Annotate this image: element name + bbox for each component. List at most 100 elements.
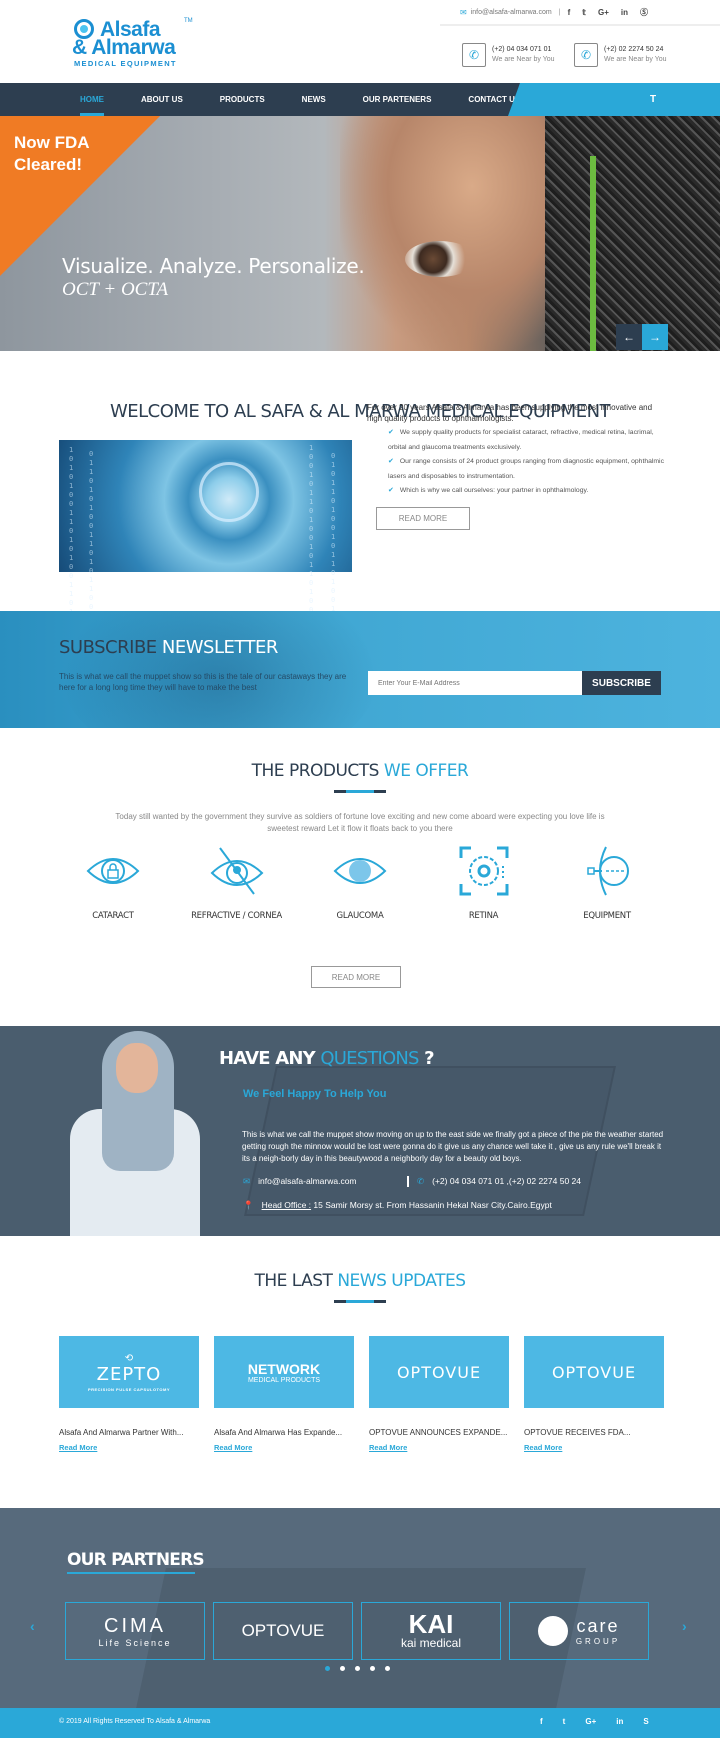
mail-icon: ✉	[460, 7, 467, 17]
skype-icon[interactable]: Ⓢ	[640, 7, 648, 18]
news-logo: OPTOVUE	[551, 1362, 637, 1382]
phone-number: (+2) 02 2274 50 24	[604, 46, 664, 53]
carousel-dot[interactable]	[355, 1666, 360, 1671]
zepto-logo-icon: ⟲	[124, 1352, 134, 1364]
partners-next-arrow[interactable]: ›	[682, 1618, 687, 1634]
news-card[interactable]: OPTOVUE OPTOVUE ANNOUNCES EXPANDE... Rea…	[369, 1336, 509, 1455]
google-plus-icon[interactable]: G+	[585, 1717, 596, 1726]
nav-home[interactable]: HOME	[80, 83, 104, 116]
carousel-dot[interactable]	[325, 1666, 330, 1671]
questions-title: HAVE ANY QUESTIONS ?	[219, 1048, 435, 1069]
newsletter-email-input[interactable]	[368, 671, 582, 695]
products-description: Today still wanted by the government the…	[115, 812, 605, 833]
news-logo: ZEPTO	[96, 1363, 162, 1385]
product-item[interactable]: REFRACTIVE / CORNEA	[182, 845, 292, 921]
phone-contacts: ✆ (+2) 04 034 071 01 We are Near by You …	[462, 43, 674, 67]
contact-phones[interactable]: ✆ (+2) 04 034 071 01 ,(+2) 02 2274 50 24	[407, 1176, 581, 1187]
product-item[interactable]: RETINA	[429, 845, 539, 921]
phone-contact[interactable]: ✆ (+2) 02 2274 50 24 We are Near by You	[574, 43, 674, 67]
products-read-more-button[interactable]: READ MORE	[311, 966, 401, 988]
partner-logo[interactable]: KAI kai medical	[361, 1602, 501, 1660]
partner-logo[interactable]: OPTOVUE	[213, 1602, 353, 1660]
news-title: Alsafa And Almarwa Has Expande...	[214, 1428, 343, 1437]
linkedin-icon[interactable]: in	[616, 1717, 623, 1726]
news-read-more-link[interactable]: Read More	[214, 1443, 252, 1452]
binary-column: 0110101001101011001	[89, 450, 94, 620]
news-read-more-link[interactable]: Read More	[59, 1443, 97, 1452]
contact-address: 📍 Head Office : 15 Samir Morsy st. From H…	[243, 1200, 552, 1210]
carousel-dots	[325, 1666, 390, 1671]
news-title: OPTOVUE RECEIVES FDA...	[524, 1428, 631, 1437]
facebook-icon[interactable]: f	[568, 8, 571, 17]
news-thumbnail[interactable]: OPTOVUE	[524, 1336, 664, 1408]
check-icon: ✔	[388, 429, 394, 436]
hero-subtagline: OCT + OCTA	[62, 279, 169, 300]
skype-icon[interactable]: S	[643, 1717, 648, 1726]
google-plus-icon[interactable]: G+	[598, 8, 609, 17]
news-card[interactable]: OPTOVUE OPTOVUE RECEIVES FDA... Read Mor…	[524, 1336, 664, 1455]
slider-prev-button[interactable]: ←	[616, 324, 642, 350]
eye-icon	[305, 845, 415, 897]
nav-our-partners[interactable]: OUR PARTENERS	[363, 83, 432, 116]
news-read-more-link[interactable]: Read More	[524, 1443, 562, 1452]
eye-lock-icon	[58, 845, 168, 897]
bullet-item: ✔ We supply quality products for speciali…	[388, 429, 654, 451]
hero-face-image	[340, 116, 560, 351]
eye-laser-icon	[552, 845, 662, 897]
search-icon[interactable]: T	[650, 83, 656, 116]
welcome-read-more-button[interactable]: READ MORE	[376, 507, 470, 530]
doctor-face	[116, 1043, 158, 1093]
product-item[interactable]: GLAUCOMA	[305, 845, 415, 921]
phone-subtitle: We are Near by You	[604, 56, 667, 63]
check-icon: ✔	[388, 487, 394, 494]
news-thumbnail[interactable]: OPTOVUE	[369, 1336, 509, 1408]
slider-next-button[interactable]: →	[642, 324, 668, 350]
news-thumbnail[interactable]: NETWORK MEDICAL PRODUCTS	[214, 1336, 354, 1408]
doctor-image	[62, 1029, 200, 1236]
contact-email[interactable]: ✉ info@alsafa-almarwa.com	[243, 1176, 357, 1187]
welcome-intro: For over 20 years Alsafa & Almarwa has b…	[367, 403, 653, 423]
phone-contact[interactable]: ✆ (+2) 04 034 071 01 We are Near by You	[462, 43, 562, 67]
news-title: Alsafa And Almarwa Partner With...	[59, 1428, 184, 1437]
carousel-dot[interactable]	[370, 1666, 375, 1671]
nav-news[interactable]: NEWS	[302, 83, 326, 116]
nav-products[interactable]: PRODUCTS	[220, 83, 265, 116]
footer: © 2019 All Rights Reserved To Alsafa & A…	[0, 1708, 720, 1738]
news-card[interactable]: ⟲ ZEPTO PRECISION PULSE CAPSULOTOMY Alsa…	[59, 1336, 199, 1455]
partners-prev-arrow[interactable]: ‹	[30, 1618, 35, 1634]
facebook-icon[interactable]: f	[540, 1717, 543, 1726]
newsletter-title: SUBSCRIBE NEWSLETTER	[59, 637, 278, 658]
hero-slider: Now FDA Cleared! Visualize. Analyze. Per…	[0, 116, 720, 351]
linkedin-icon[interactable]: in	[621, 8, 628, 17]
product-label: GLAUCOMA	[336, 911, 384, 921]
partner-carousel: CIMA Life Science OPTOVUE KAI kai medical …	[65, 1602, 649, 1660]
product-item[interactable]: EQUIPMENT	[552, 845, 662, 921]
twitter-icon[interactable]: 𝕥	[582, 8, 586, 17]
carousel-dot[interactable]	[340, 1666, 345, 1671]
title-divider	[334, 1300, 386, 1303]
hero-eye-image	[405, 241, 475, 277]
phone-icon: ✆	[574, 43, 598, 67]
carousel-dot[interactable]	[385, 1666, 390, 1671]
retina-scan-icon	[429, 845, 539, 897]
logo[interactable]: Alsafa & Almarwa MEDICAL EQUIPMENT TM	[72, 18, 197, 68]
product-label: EQUIPMENT	[583, 911, 631, 921]
bullet-item: ✔ Which is why we call ourselves: your pa…	[388, 487, 589, 494]
partner-logo[interactable]: CIMA Life Science	[65, 1602, 205, 1660]
twitter-icon[interactable]: t	[563, 1717, 566, 1726]
product-item[interactable]: CATARACT	[58, 845, 168, 921]
eye-ring	[199, 462, 259, 522]
products-section: THE PRODUCTS WE OFFER Today still wanted…	[0, 728, 720, 1026]
partner-logo[interactable]: care GROUP	[509, 1602, 649, 1660]
news-thumbnail[interactable]: ⟲ ZEPTO PRECISION PULSE CAPSULOTOMY	[59, 1336, 199, 1408]
hero-scan-image	[545, 116, 720, 351]
news-card[interactable]: NETWORK MEDICAL PRODUCTS Alsafa And Alma…	[214, 1336, 354, 1455]
subscribe-button[interactable]: SUBSCRIBE	[582, 671, 661, 695]
main-nav: HOME ABOUT US PRODUCTS NEWS OUR PARTENER…	[0, 83, 720, 116]
top-email-link[interactable]: info@alsafa-almarwa.com	[471, 9, 552, 16]
nav-about-us[interactable]: ABOUT US	[141, 83, 183, 116]
news-read-more-link[interactable]: Read More	[369, 1443, 407, 1452]
phone-number: (+2) 04 034 071 01	[492, 46, 552, 53]
copyright: © 2019 All Rights Reserved To Alsafa & A…	[59, 1718, 211, 1725]
check-icon: ✔	[388, 458, 394, 465]
